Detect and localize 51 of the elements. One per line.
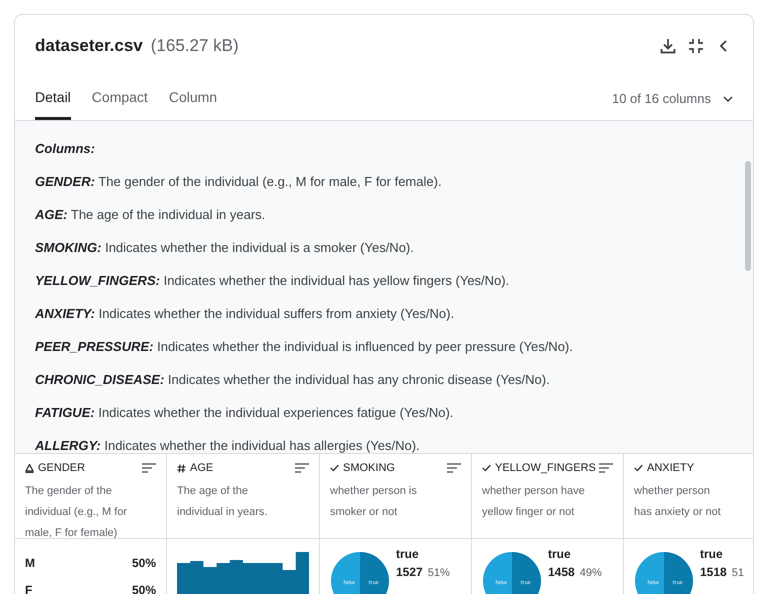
description-line: YELLOW_FINGERS: Indicates whether the individual has yellow fingers (Yes/No). bbox=[35, 272, 510, 290]
column-description: whether person is smoker or not bbox=[330, 484, 418, 520]
description-line: FATIGUE: Indicates whether the individual experiences fatigue (Yes/No). bbox=[35, 404, 454, 422]
description-line: PEER_PRESSURE: Indicates whether the individual is influenced by peer pressure (Yes/No). bbox=[35, 338, 574, 356]
description-line: AGE: The age of the individual in years. bbox=[35, 206, 266, 224]
value-count: 1458 bbox=[548, 565, 575, 579]
column-name: SMOKING bbox=[343, 462, 395, 474]
sort-icon[interactable] bbox=[295, 463, 309, 473]
sort-icon[interactable] bbox=[142, 463, 156, 473]
tab[interactable]: Column bbox=[168, 89, 218, 120]
category-label: M bbox=[25, 556, 35, 570]
value-percent: 51% bbox=[428, 567, 450, 579]
category-percent: 50% bbox=[132, 582, 156, 594]
value-label: true bbox=[548, 547, 572, 561]
category-percent: 50% bbox=[132, 556, 156, 570]
check-icon bbox=[634, 464, 643, 472]
column-name: ANXIETY bbox=[647, 462, 694, 474]
collapse-icon[interactable] bbox=[687, 37, 705, 55]
columns-dropdown[interactable]: 10 of 16 columns bbox=[612, 91, 733, 120]
value-label: true bbox=[396, 547, 420, 561]
column-name: AGE bbox=[190, 462, 214, 474]
triangle-icon bbox=[25, 464, 34, 472]
column-description: The age of the individual in years. bbox=[177, 484, 268, 520]
download-icon[interactable] bbox=[659, 37, 677, 55]
description-line: CHRONIC_DISEASE: Indicates whether the individual has any chronic disease (Yes/No). bbox=[35, 371, 551, 389]
description-heading: Columns: bbox=[35, 140, 96, 158]
description-line: GENDER: The gender of the individual (e.g., M for male, F for female). bbox=[35, 173, 443, 191]
check-icon bbox=[330, 464, 339, 472]
tab[interactable]: Compact bbox=[92, 89, 148, 120]
column-name: GENDER bbox=[38, 462, 86, 474]
value-count: 1518 bbox=[700, 565, 727, 579]
hash-icon bbox=[177, 464, 186, 472]
description-line: ANXIETY: Indicates whether the individual suffers from anxiety (Yes/No). bbox=[35, 305, 456, 323]
column-description: whether person has anxiety or not bbox=[634, 484, 722, 520]
column-description: whether person have yellow finger or not bbox=[482, 484, 586, 520]
value-percent: 49% bbox=[580, 567, 602, 579]
value-label: true bbox=[700, 547, 724, 561]
chevron-down-icon bbox=[723, 96, 733, 102]
column-description: The gender of the individual (e.g., M for male, F for female) bbox=[25, 484, 128, 541]
value-count: 1527 bbox=[396, 565, 423, 579]
description-line: ALLERGY: Indicates whether the individual has allergies (Yes/No). bbox=[35, 437, 421, 455]
column-name: YELLOW_FINGERS bbox=[495, 462, 596, 474]
file-size: (165.27 kB) bbox=[150, 36, 239, 56]
sort-icon[interactable] bbox=[447, 463, 461, 473]
category-label: F bbox=[25, 582, 32, 594]
description-line: SMOKING: Indicates whether the individual is a smoker (Yes/No). bbox=[35, 239, 415, 257]
value-percent: 51 bbox=[732, 567, 744, 579]
file-name: dataseter.csv bbox=[35, 36, 143, 56]
check-icon bbox=[482, 464, 491, 472]
sort-icon[interactable] bbox=[599, 463, 613, 473]
scrollbar-thumb[interactable] bbox=[745, 161, 751, 271]
